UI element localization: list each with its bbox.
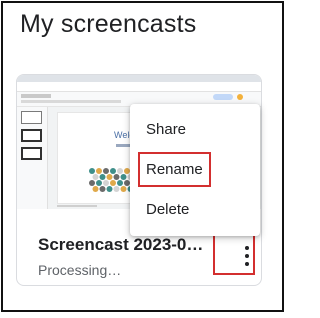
browser-address-bar	[17, 82, 261, 92]
avatar	[237, 94, 243, 100]
more-vert-icon	[245, 246, 249, 266]
more-options-button[interactable]	[229, 238, 261, 274]
slide-filmstrip	[17, 107, 48, 209]
slide-thumbnail	[21, 129, 42, 142]
page-title: My screencasts	[20, 10, 197, 38]
speaker-notes-placeholder	[57, 205, 97, 207]
browser-tab-strip	[17, 75, 261, 82]
menu-item-delete[interactable]: Delete	[130, 190, 260, 230]
screencast-title[interactable]: Screencast 2023-0…	[38, 235, 208, 255]
slide-thumbnail	[21, 147, 42, 160]
menu-bar-placeholder	[21, 100, 121, 103]
doc-title-placeholder	[21, 94, 51, 98]
menu-item-rename[interactable]: Rename	[130, 150, 260, 190]
context-menu: Share Rename Delete	[130, 104, 260, 236]
slide-thumbnail	[21, 111, 42, 124]
menu-item-share[interactable]: Share	[130, 110, 260, 150]
processing-status: Processing…	[38, 262, 122, 278]
share-chip-placeholder	[213, 94, 233, 100]
